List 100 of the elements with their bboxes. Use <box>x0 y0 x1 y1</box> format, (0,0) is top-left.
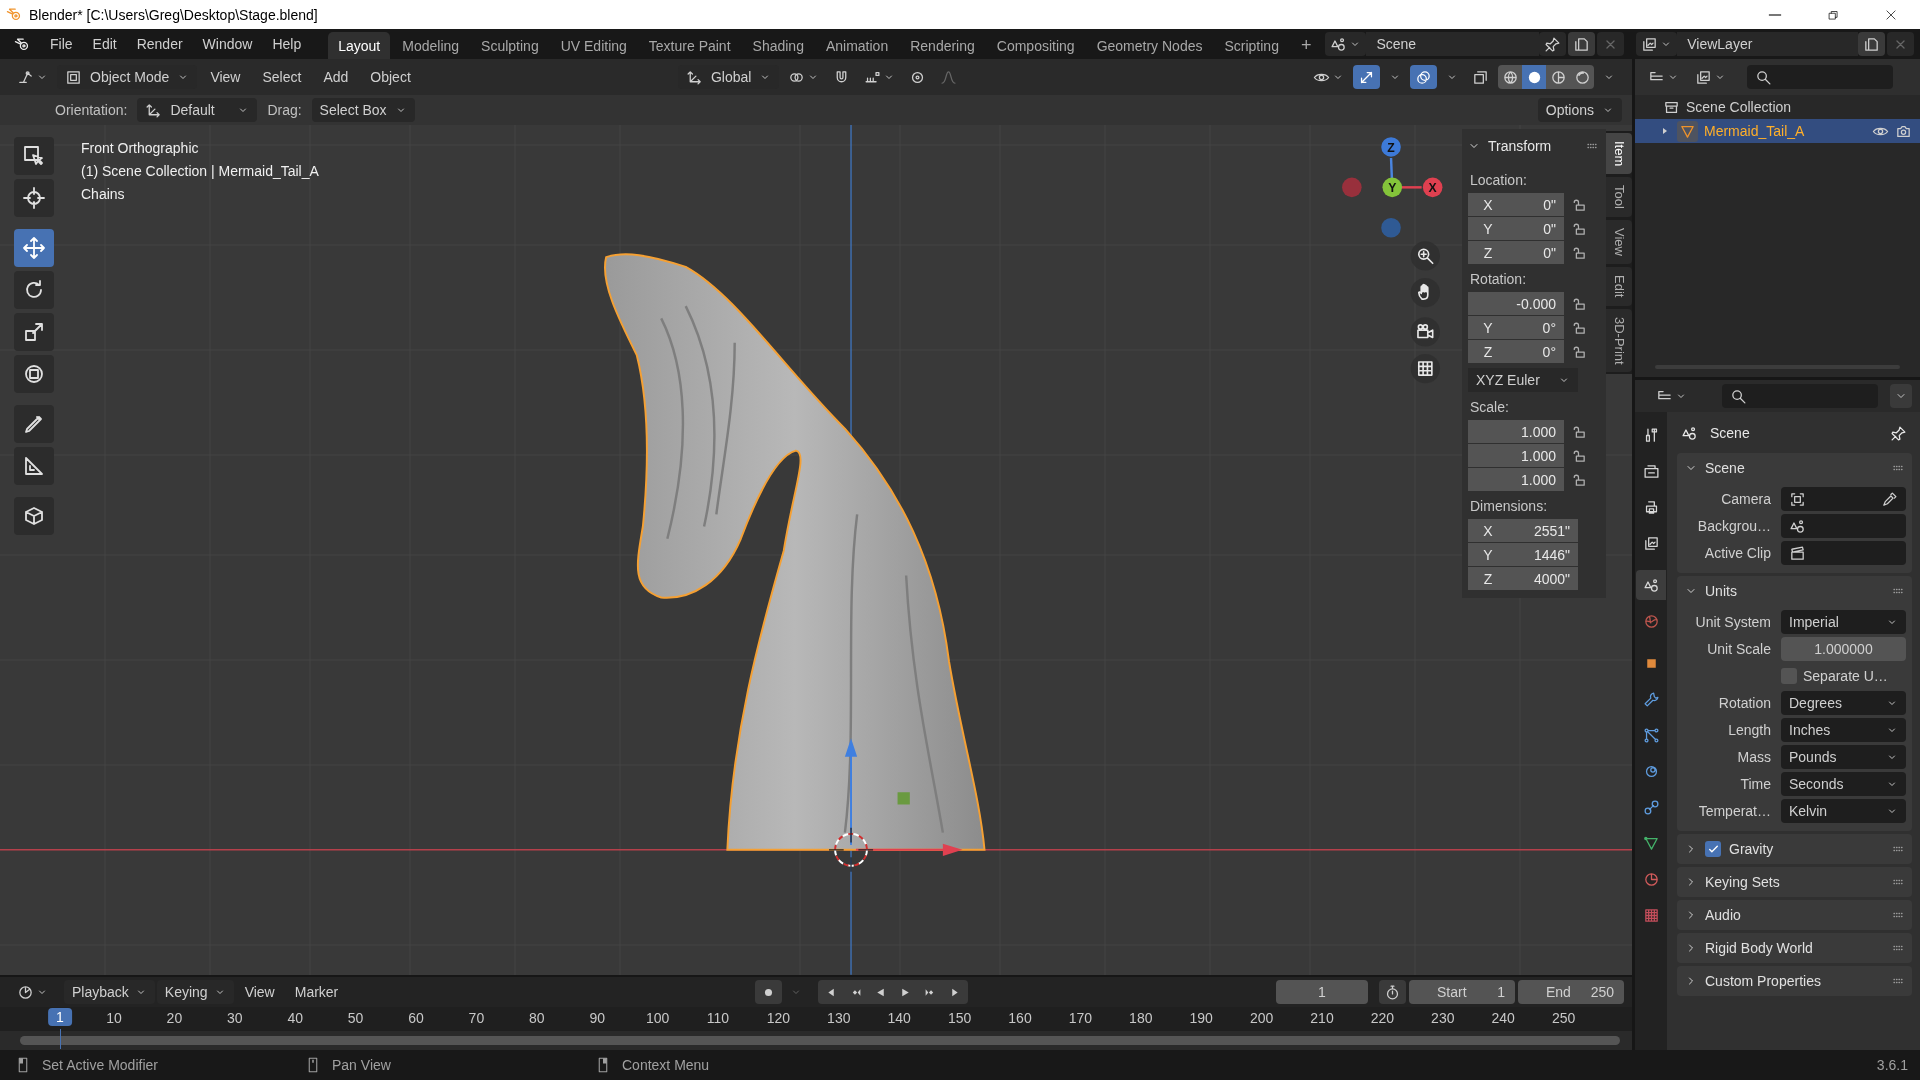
panel-title[interactable]: Gravity <box>1729 841 1774 857</box>
end-frame-field[interactable]: End 250 <box>1518 980 1624 1004</box>
frame-number: 140 <box>887 1010 911 1026</box>
frame-number: 200 <box>1249 1010 1274 1026</box>
scene-name-field[interactable]: Scene <box>1366 32 1540 56</box>
menu-item[interactable]: Object <box>361 65 420 89</box>
field-label: Rotation: <box>1470 271 1528 287</box>
menu-item[interactable]: Marker <box>285 980 348 1004</box>
property-label: Active Clip <box>1703 545 1771 561</box>
drag-dropdown[interactable]: Select Box <box>311 98 415 122</box>
add-workspace-button[interactable]: + <box>1290 33 1322 59</box>
collection-name[interactable]: Scene Collection <box>1686 99 1792 115</box>
workspace-tab[interactable]: Scripting <box>1214 32 1289 59</box>
workspace-tab[interactable]: Geometry Nodes <box>1086 32 1213 59</box>
status-hint: Context Menu <box>622 1057 710 1073</box>
frame-number: 70 <box>468 1010 485 1026</box>
axis-handle[interactable]: X <box>1422 177 1443 198</box>
property-label: Camera <box>1720 491 1771 507</box>
frame-number: 250 <box>1551 1010 1576 1026</box>
number-field[interactable]: -0.000 <box>1468 292 1564 315</box>
status-hint: Set Active Modifier <box>42 1057 158 1073</box>
number-field[interactable]: X 2551" <box>1468 519 1578 542</box>
workspace-tab[interactable]: Layout <box>328 32 391 59</box>
workspace-tab[interactable]: Compositing <box>986 32 1085 59</box>
property-label: Rotation <box>1717 695 1771 711</box>
frame-number: 20 <box>166 1010 183 1026</box>
dropdown[interactable]: Pounds <box>1781 745 1906 769</box>
axis-handle[interactable]: Z <box>1381 137 1401 157</box>
object-name[interactable]: Mermaid_Tail_A <box>1704 123 1805 139</box>
menu-item[interactable]: Add <box>314 65 358 89</box>
frame-number: 90 <box>589 1010 605 1026</box>
sidebar-tab[interactable]: View <box>1606 220 1632 265</box>
menu-item[interactable]: View <box>235 980 284 1004</box>
workspace-tab[interactable]: Sculpting <box>471 32 549 59</box>
panel-title[interactable]: Audio <box>1705 907 1741 923</box>
panel-title[interactable]: Custom Properties <box>1705 973 1821 989</box>
version-text: 3.6.1 <box>1876 1057 1908 1073</box>
dropdown[interactable]: Imperial <box>1781 610 1906 634</box>
menu-item[interactable]: Help <box>263 32 311 56</box>
workspace-tab[interactable]: Rendering <box>900 32 985 59</box>
frame-number: 150 <box>947 1010 972 1026</box>
property-label: Mass <box>1736 749 1771 765</box>
property-label: Temperat… <box>1697 803 1771 819</box>
options-dropdown[interactable]: Options <box>1537 98 1622 122</box>
current-frame-marker[interactable]: 1 <box>48 1008 72 1026</box>
panel-title[interactable]: Units <box>1705 583 1737 599</box>
frame-number: 220 <box>1370 1010 1395 1026</box>
menu-item[interactable]: File <box>41 32 82 56</box>
sidebar-tab[interactable]: 3D-Print <box>1606 308 1632 373</box>
checkbox-label[interactable]: Separate U… <box>1803 668 1888 684</box>
orientation-dropdown[interactable]: Default <box>137 98 258 122</box>
dropdown[interactable]: Degrees <box>1781 691 1906 715</box>
panel-title[interactable]: Scene <box>1705 460 1745 476</box>
outliner-row[interactable]: Mermaid_Tail_A <box>1635 119 1920 143</box>
number-field[interactable]: 1.000000 <box>1781 637 1906 661</box>
number-field[interactable]: 1.000 <box>1468 444 1564 467</box>
current-frame-field[interactable]: 1 <box>1276 980 1368 1004</box>
menu-item[interactable]: Select <box>253 65 311 89</box>
number-field[interactable]: Y 0" <box>1468 217 1564 240</box>
workspace-tab[interactable]: Shading <box>742 32 814 59</box>
drag-label: Drag: <box>267 102 302 118</box>
rotation-mode-dropdown[interactable]: XYZ Euler <box>1468 368 1578 392</box>
menu-item[interactable]: Window <box>193 32 262 56</box>
menu-item[interactable]: View <box>201 65 250 89</box>
panel-title[interactable]: Transform <box>1488 138 1552 154</box>
frame-number: 30 <box>227 1010 243 1026</box>
number-field[interactable]: Y 1446" <box>1468 543 1578 566</box>
sidebar-tab[interactable]: Edit <box>1606 267 1632 306</box>
dropdown[interactable]: Kelvin <box>1781 799 1906 823</box>
workspace-tab[interactable]: UV Editing <box>550 32 637 59</box>
menu-dropdown[interactable]: Keying <box>156 980 234 1004</box>
number-field[interactable]: X 0" <box>1468 193 1564 216</box>
workspace-tab[interactable]: Animation <box>815 32 899 59</box>
dropdown[interactable]: Seconds <box>1781 772 1906 796</box>
menu-item[interactable]: Render <box>127 32 192 56</box>
menu-dropdown[interactable]: Playback <box>64 980 155 1004</box>
panel-title[interactable]: Rigid Body World <box>1705 940 1813 956</box>
menu-item[interactable]: Edit <box>83 32 126 56</box>
frame-number: 210 <box>1310 1010 1334 1026</box>
number-field[interactable]: Z 4000" <box>1468 567 1578 590</box>
number-field[interactable]: 1.000 <box>1468 468 1564 491</box>
context-title: Scene <box>1710 425 1750 441</box>
number-field[interactable]: 1.000 <box>1468 420 1564 443</box>
number-field[interactable]: Y 0° <box>1468 316 1564 339</box>
workspace-tab[interactable]: Texture Paint <box>638 32 741 59</box>
number-field[interactable]: Z 0" <box>1468 241 1564 264</box>
view-layer-name-field[interactable]: ViewLayer <box>1677 32 1858 56</box>
start-frame-field[interactable]: Start 1 <box>1409 980 1515 1004</box>
field-label: Scale: <box>1470 399 1510 415</box>
frame-number: 50 <box>347 1010 364 1026</box>
panel-title[interactable]: Keying Sets <box>1705 874 1780 890</box>
dropdown[interactable]: Inches <box>1781 718 1906 742</box>
frame-number: 120 <box>766 1010 791 1026</box>
workspace-tab[interactable]: Modeling <box>392 32 470 59</box>
sidebar-tab[interactable]: Item <box>1606 133 1632 175</box>
sidebar-tab[interactable]: Tool <box>1606 177 1632 218</box>
frame-number: 160 <box>1008 1010 1032 1026</box>
number-field[interactable]: Z 0° <box>1468 340 1564 363</box>
viewport-info-text: Front Orthographic <box>81 139 199 158</box>
axis-handle[interactable]: Y <box>1382 177 1403 198</box>
